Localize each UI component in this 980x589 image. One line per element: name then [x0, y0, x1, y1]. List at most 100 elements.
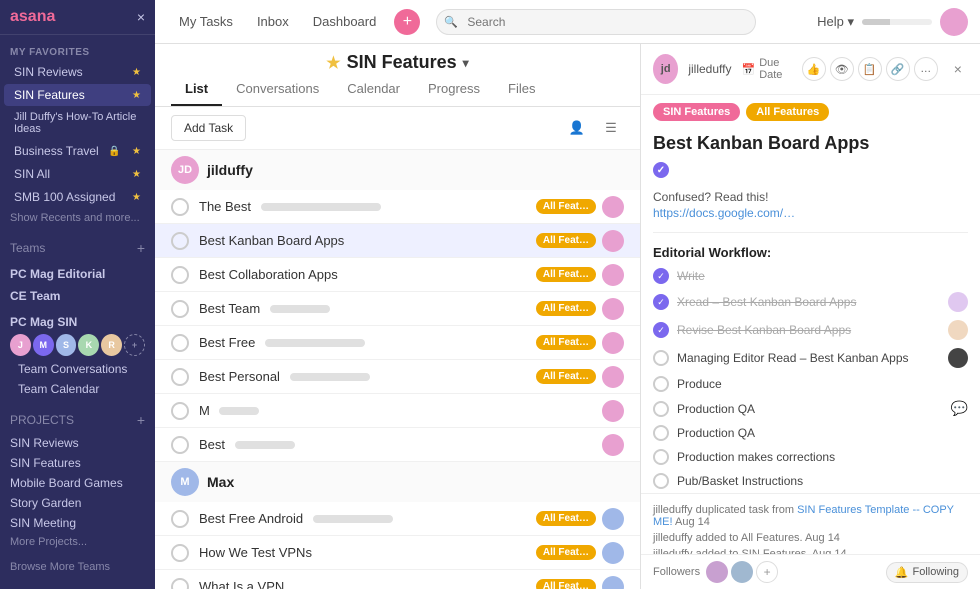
show-recents-link[interactable]: Show Recents and more...: [0, 209, 155, 227]
sidebar-item-jill-article[interactable]: Jill Duffy's How-To Article Ideas: [4, 107, 151, 139]
sidebar-close-icon[interactable]: ×: [137, 9, 145, 25]
tab-files[interactable]: Files: [494, 73, 549, 106]
checklist-item[interactable]: Produce: [641, 372, 980, 396]
team-conversations-item[interactable]: Team Conversations: [0, 359, 155, 379]
checklist-checkbox[interactable]: [653, 376, 669, 392]
checklist-item[interactable]: Production makes corrections: [641, 445, 980, 469]
detail-close-button[interactable]: ×: [948, 57, 968, 81]
more-button[interactable]: …: [914, 57, 938, 81]
project-star-icon[interactable]: ★: [326, 53, 340, 73]
table-row[interactable]: Best Team All Feat…: [155, 292, 640, 326]
task-checkbox[interactable]: [171, 300, 189, 318]
checklist-checkbox[interactable]: [653, 401, 669, 417]
table-row[interactable]: How We Test VPNs All Feat…: [155, 536, 640, 570]
sidebar-item-business-travel[interactable]: Business Travel 🔒 ★: [4, 140, 151, 162]
team-calendar-item[interactable]: Team Calendar: [0, 379, 155, 399]
checklist-item[interactable]: Write: [641, 264, 980, 288]
task-checkbox[interactable]: [171, 334, 189, 352]
detail-link[interactable]: https://docs.google.com/…: [653, 206, 968, 220]
task-checkbox[interactable]: [171, 544, 189, 562]
project-tabs: List Conversations Calendar Progress Fil…: [155, 73, 640, 107]
table-row[interactable]: Best: [155, 428, 640, 462]
add-team-icon[interactable]: +: [137, 240, 145, 256]
table-row[interactable]: Best Personal All Feat…: [155, 360, 640, 394]
checklist-item[interactable]: Managing Editor Read – Best Kanban Apps: [641, 344, 980, 372]
detail-due-date[interactable]: 📅 Due Date: [741, 57, 795, 81]
table-row[interactable]: Best Collaboration Apps All Feat…: [155, 258, 640, 292]
help-button[interactable]: Help ▾: [817, 14, 854, 30]
table-row[interactable]: Best Free All Feat…: [155, 326, 640, 360]
inbox-nav[interactable]: Inbox: [245, 8, 301, 35]
checklist-checkbox[interactable]: [653, 268, 669, 284]
sidebar-item-sin-all[interactable]: SIN All ★: [4, 163, 151, 185]
checklist-checkbox[interactable]: [653, 473, 669, 489]
checklist-item[interactable]: Production QA 💬: [641, 396, 980, 421]
options-icon[interactable]: ☰: [598, 115, 624, 141]
due-date-label: Due Date: [759, 57, 796, 81]
table-row[interactable]: The Best All Feat…: [155, 190, 640, 224]
user-avatar[interactable]: [940, 8, 968, 36]
tab-conversations[interactable]: Conversations: [222, 73, 333, 106]
checklist-item[interactable]: Xread – Best Kanban Board Apps: [641, 288, 980, 316]
browse-more-teams-link[interactable]: Browse More Teams: [0, 555, 155, 579]
checklist-checkbox[interactable]: [653, 350, 669, 366]
add-member-icon[interactable]: +: [124, 334, 145, 356]
create-task-button[interactable]: +: [394, 9, 420, 35]
team-pc-mag-sin[interactable]: PC Mag SIN: [0, 309, 155, 331]
detail-tag-sin-features[interactable]: SIN Features: [653, 103, 740, 121]
assignee-filter-icon[interactable]: 👤: [564, 115, 590, 141]
checklist-item[interactable]: Production QA: [641, 421, 980, 445]
task-checkbox[interactable]: [171, 578, 189, 589]
copy-button[interactable]: 📋: [858, 57, 882, 81]
task-name: Best Team: [199, 301, 528, 316]
following-button[interactable]: 🔔 Following: [886, 562, 968, 583]
team-ce-team[interactable]: CE Team: [0, 283, 155, 305]
sidebar-item-sin-features[interactable]: SIN Features ★: [4, 84, 151, 106]
task-checkbox[interactable]: [171, 436, 189, 454]
sidebar-item-label: Business Travel: [14, 144, 99, 158]
more-projects-link[interactable]: More Projects...: [0, 533, 155, 551]
my-tasks-nav[interactable]: My Tasks: [167, 8, 245, 35]
add-project-icon[interactable]: +: [137, 412, 145, 428]
like-button[interactable]: 👍: [802, 57, 826, 81]
dashboard-nav[interactable]: Dashboard: [301, 8, 389, 35]
checklist-checkbox[interactable]: [653, 425, 669, 441]
team-pc-mag-editorial[interactable]: PC Mag Editorial: [0, 261, 155, 283]
detail-tag-all-features[interactable]: All Features: [746, 103, 829, 121]
add-task-button[interactable]: Add Task: [171, 115, 246, 141]
tab-calendar[interactable]: Calendar: [333, 73, 414, 106]
sidebar-item-sin-reviews[interactable]: SIN Reviews ★: [4, 61, 151, 83]
table-row[interactable]: Best Free Android All Feat…: [155, 502, 640, 536]
add-follower-button[interactable]: +: [756, 561, 778, 583]
teams-header[interactable]: Teams +: [0, 235, 155, 261]
task-tag: All Feat…: [536, 301, 596, 316]
checklist-checkbox[interactable]: [653, 322, 669, 338]
checklist-checkbox[interactable]: [653, 449, 669, 465]
checklist-item[interactable]: Revise Best Kanban Board Apps: [641, 316, 980, 344]
task-bar: [265, 339, 365, 347]
checklist-checkbox[interactable]: [653, 294, 669, 310]
table-row[interactable]: Best Kanban Board Apps All Feat…: [155, 224, 640, 258]
project-sin-reviews[interactable]: SIN Reviews: [0, 433, 155, 453]
task-checkbox[interactable]: [171, 198, 189, 216]
tab-list[interactable]: List: [171, 73, 222, 106]
project-story-garden[interactable]: Story Garden: [0, 493, 155, 513]
task-checkbox[interactable]: [171, 368, 189, 386]
project-dropdown-icon[interactable]: ▾: [463, 56, 469, 70]
task-checkbox[interactable]: [171, 510, 189, 528]
search-input[interactable]: [436, 9, 756, 35]
task-checkbox[interactable]: [171, 266, 189, 284]
table-row[interactable]: M: [155, 394, 640, 428]
tab-progress[interactable]: Progress: [414, 73, 494, 106]
project-sin-features[interactable]: SIN Features: [0, 453, 155, 473]
project-mobile-board-games[interactable]: Mobile Board Games: [0, 473, 155, 493]
link-button[interactable]: 🔗: [886, 57, 910, 81]
sidebar-item-smb100[interactable]: SMB 100 Assigned ★: [4, 186, 151, 208]
table-row[interactable]: What Is a VPN All Feat…: [155, 570, 640, 589]
follow-button[interactable]: 👁: [830, 57, 854, 81]
projects-header[interactable]: PROJECTS +: [0, 407, 155, 433]
task-checkbox[interactable]: [171, 232, 189, 250]
checklist-item[interactable]: Pub/Basket Instructions: [641, 469, 980, 493]
project-sin-meeting[interactable]: SIN Meeting: [0, 513, 155, 533]
task-checkbox[interactable]: [171, 402, 189, 420]
